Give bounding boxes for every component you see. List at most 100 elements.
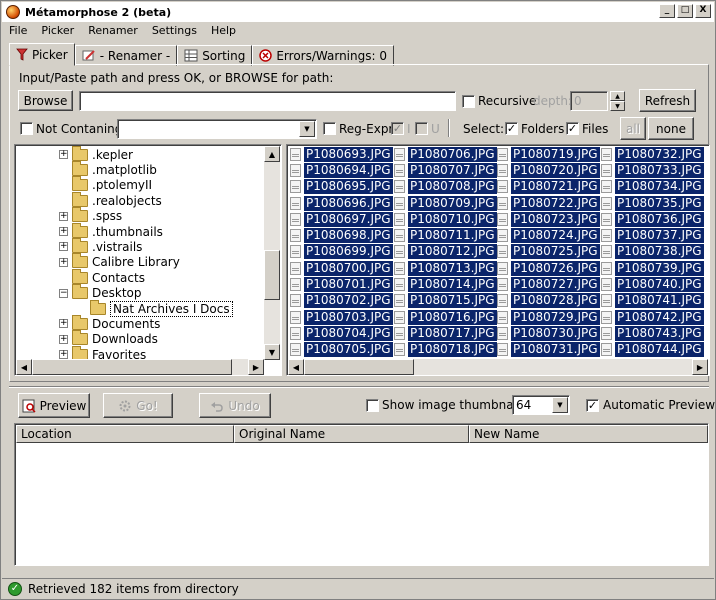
tree-item[interactable]: Nat Archives I Docs [77, 299, 233, 317]
files-scroll-right-button[interactable]: ▶ [692, 359, 708, 375]
file-item[interactable]: P1080710.JPG [394, 211, 497, 227]
undo-button[interactable]: Undo [199, 393, 271, 418]
preview-table[interactable]: Location Original Name New Name [14, 423, 709, 566]
tab-errors[interactable]: Errors/Warnings: 0 [252, 45, 394, 66]
expand-icon[interactable]: + [59, 319, 68, 329]
title-bar[interactable]: Métamorphose 2 (beta) _ □ X [2, 2, 714, 22]
expand-icon[interactable]: + [59, 242, 68, 252]
file-item[interactable]: P1080704.JPG [290, 325, 393, 341]
file-item[interactable]: P1080695.JPG [290, 179, 393, 195]
file-item[interactable]: P1080720.JPG [497, 162, 600, 178]
select-all-button[interactable]: all [620, 117, 646, 140]
tree-item[interactable]: .matplotlib [59, 160, 157, 177]
not-containing-combo[interactable]: ▼ [117, 119, 317, 139]
tree-item[interactable]: + .kepler [59, 145, 133, 162]
file-item[interactable]: P1080706.JPG [394, 146, 497, 162]
refresh-button[interactable]: Refresh [639, 89, 696, 112]
file-item[interactable]: P1080718.JPG [394, 342, 497, 358]
expand-icon[interactable]: + [59, 334, 68, 344]
file-item[interactable]: P1080738.JPG [601, 244, 704, 260]
thumbnail-size-chevron-icon[interactable]: ▼ [552, 397, 568, 413]
tree-scroll-right-button[interactable]: ▶ [248, 359, 264, 375]
file-item[interactable]: P1080715.JPG [394, 293, 497, 309]
file-item[interactable]: P1080697.JPG [290, 211, 393, 227]
thumbnail-size-combo[interactable]: 64 ▼ [512, 395, 570, 415]
file-item[interactable]: P1080737.JPG [601, 227, 704, 244]
tree-item[interactable]: + .spss [59, 207, 122, 224]
file-list[interactable]: P1080693.JPG P1080694.JPG P1080695.JPG P108… [286, 144, 710, 376]
file-item[interactable]: P1080743.JPG [601, 325, 704, 341]
file-item[interactable]: P1080724.JPG [497, 227, 600, 244]
file-item[interactable]: P1080717.JPG [394, 325, 497, 341]
file-item[interactable]: P1080725.JPG [497, 244, 600, 260]
file-item[interactable]: P1080693.JPG [290, 146, 393, 162]
tree-scroll-left-button[interactable]: ◀ [16, 359, 32, 375]
tree-vscroll-thumb[interactable] [264, 250, 280, 300]
menu-settings[interactable]: Settings [145, 24, 204, 37]
file-item[interactable]: P1080723.JPG [497, 211, 600, 227]
file-item[interactable]: P1080708.JPG [394, 179, 497, 195]
folders-checkbox[interactable]: ✓ [505, 122, 518, 135]
file-item[interactable]: P1080713.JPG [394, 260, 497, 276]
expand-icon[interactable]: + [59, 227, 68, 236]
tree-item[interactable]: .realobjects [59, 191, 162, 208]
tab-sorting[interactable]: Sorting [177, 45, 253, 66]
file-item[interactable]: P1080699.JPG [290, 244, 393, 260]
file-item[interactable]: P1080739.JPG [601, 260, 704, 276]
file-item[interactable]: P1080702.JPG [290, 293, 393, 309]
file-item[interactable]: P1080736.JPG [601, 211, 704, 227]
file-item[interactable]: P1080721.JPG [497, 179, 600, 195]
file-item[interactable]: P1080732.JPG [601, 146, 704, 162]
chevron-down-icon[interactable]: ▼ [299, 121, 315, 137]
files-scroll-left-button[interactable]: ◀ [288, 359, 304, 375]
file-item[interactable]: P1080711.JPG [394, 227, 497, 244]
tree-item[interactable]: + Calibre Library [59, 253, 180, 270]
maximize-button[interactable]: □ [677, 4, 693, 18]
menu-help[interactable]: Help [204, 24, 243, 37]
file-item[interactable]: P1080698.JPG [290, 227, 393, 244]
depth-input[interactable]: 0 [570, 91, 608, 111]
tree-item[interactable]: + .thumbnails [59, 222, 163, 239]
tree-hscroll-thumb[interactable] [32, 359, 232, 375]
file-item[interactable]: P1080733.JPG [601, 162, 704, 178]
preview-button[interactable]: Preview [18, 393, 90, 418]
go-button[interactable]: Go! [103, 393, 173, 418]
file-item[interactable]: P1080726.JPG [497, 260, 600, 276]
file-item[interactable]: P1080714.JPG [394, 276, 497, 293]
path-input[interactable] [79, 91, 456, 111]
menu-renamer[interactable]: Renamer [81, 24, 145, 37]
file-item[interactable]: P1080709.JPG [394, 195, 497, 211]
column-location[interactable]: Location [16, 425, 234, 443]
file-item[interactable]: P1080719.JPG [497, 146, 600, 162]
menu-picker[interactable]: Picker [34, 24, 81, 37]
tree-item[interactable]: + Downloads [59, 330, 158, 347]
file-item[interactable]: P1080727.JPG [497, 276, 600, 293]
file-item[interactable]: P1080731.JPG [497, 342, 600, 358]
not-containing-checkbox[interactable] [20, 122, 33, 135]
tab-renamer[interactable]: - Renamer - [74, 45, 178, 66]
file-item[interactable]: P1080694.JPG [290, 162, 393, 178]
files-hscroll-thumb[interactable] [304, 359, 414, 375]
column-new-name[interactable]: New Name [469, 425, 708, 443]
files-horizontal-scrollbar[interactable]: ◀ ▶ [288, 359, 708, 375]
pane-splitter[interactable] [9, 386, 709, 388]
tree-item[interactable]: + .vistrails [59, 237, 142, 254]
file-item[interactable]: P1080740.JPG [601, 276, 704, 293]
automatic-preview-checkbox[interactable]: ✓ [586, 399, 599, 412]
folder-tree[interactable]: + .kepler .matplotlib .ptolemyII .realobject… [14, 144, 282, 376]
tree-scroll-down-button[interactable]: ▼ [264, 344, 280, 360]
file-item[interactable]: P1080722.JPG [497, 195, 600, 211]
column-original-name[interactable]: Original Name [234, 425, 469, 443]
u-checkbox[interactable] [415, 122, 428, 135]
expand-icon[interactable]: + [59, 150, 68, 159]
file-item[interactable]: P1080712.JPG [394, 244, 497, 260]
file-item[interactable]: P1080700.JPG [290, 260, 393, 276]
tree-item[interactable]: Contacts [59, 268, 145, 285]
file-item[interactable]: P1080728.JPG [497, 293, 600, 309]
file-item[interactable]: P1080735.JPG [601, 195, 704, 211]
file-item[interactable]: P1080701.JPG [290, 276, 393, 293]
tree-item[interactable]: − Desktop [59, 284, 142, 301]
file-item[interactable]: P1080703.JPG [290, 309, 393, 325]
recursive-checkbox[interactable] [462, 95, 475, 108]
regexpr-checkbox[interactable] [323, 122, 336, 135]
